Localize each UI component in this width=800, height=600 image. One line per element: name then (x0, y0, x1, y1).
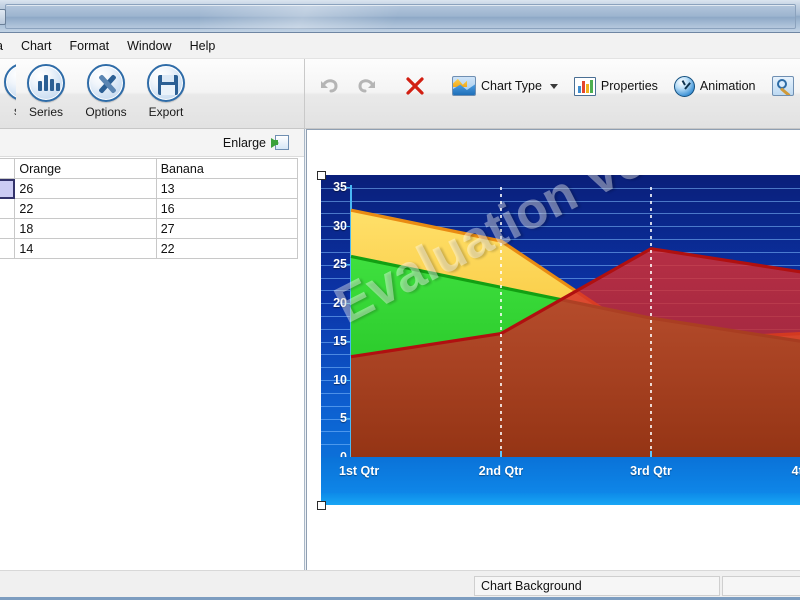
cell-r1c2[interactable]: 16 (155, 198, 298, 219)
data-panel: Enlarge Orange Banana 26 13 22 16 18 27 … (0, 129, 305, 570)
delete-x-icon (404, 75, 426, 97)
cell-r1c1[interactable]: 22 (14, 198, 157, 219)
status-right (722, 576, 800, 596)
x-tick-label: 1st Qtr (339, 464, 380, 478)
enlarge-button-label: Enlarge (222, 135, 266, 150)
status-main: Chart Background (474, 576, 720, 596)
cell-r0c1[interactable]: 26 (14, 178, 157, 199)
status-left (0, 576, 472, 596)
x-tick-mark (650, 451, 652, 457)
toolbar-row: s Series Options Export (0, 59, 800, 129)
y-tick-label: 35 (333, 180, 347, 194)
cell-r0c0[interactable] (0, 178, 16, 199)
column-header-orange[interactable]: Orange (14, 158, 157, 179)
chart-bottom-bar (321, 493, 800, 505)
chart-type-icon (452, 76, 476, 96)
title-bar-inner (5, 4, 796, 29)
column-header-banana[interactable]: Banana (155, 158, 298, 179)
pick-tool-icon (771, 76, 794, 96)
application-window: a Chart Format Window Help s Series (0, 0, 800, 600)
undo-button[interactable] (310, 69, 348, 103)
menu-item-chart[interactable]: Chart (12, 36, 61, 56)
status-bar: Chart Background (0, 570, 800, 600)
table-row[interactable]: 26 13 (0, 178, 298, 199)
x-tick-label: 4th (791, 464, 800, 478)
menu-item-data[interactable]: a (0, 36, 12, 56)
system-menu-handle[interactable] (0, 9, 6, 25)
y-axis: 05101520253035 (321, 175, 351, 464)
menu-item-window[interactable]: Window (118, 36, 180, 56)
y-tick-label: 10 (333, 372, 347, 387)
table-row[interactable]: 18 27 (0, 218, 298, 239)
export-button[interactable]: Export (136, 63, 196, 125)
undo-icon (318, 75, 340, 97)
table-row[interactable]: 14 22 (0, 238, 298, 259)
x-tick-mark (500, 451, 502, 457)
chart-type-label: Chart Type (481, 79, 542, 93)
y-tick-label: 25 (333, 257, 347, 272)
redo-button[interactable] (348, 69, 386, 103)
chart-type-button[interactable]: Chart Type (444, 69, 566, 103)
cell-r0c2[interactable]: 13 (155, 178, 298, 199)
menu-item-format[interactable]: Format (61, 36, 119, 56)
cell-r2c1[interactable]: 18 (14, 218, 157, 239)
properties-button[interactable]: Properties (566, 69, 666, 103)
animation-label: Animation (699, 79, 756, 93)
x-axis-band (321, 457, 800, 493)
chart-panel: 05101520253035 1st Qtr2nd Qtr3rd Qtr4th … (306, 129, 800, 570)
series-button[interactable]: Series (16, 63, 76, 125)
y-tick-label: 15 (333, 334, 347, 349)
pick-tool-button[interactable] (764, 69, 800, 103)
menu-bar: a Chart Format Window Help (0, 33, 800, 59)
chevron-down-icon[interactable] (549, 83, 558, 89)
series-button-label: Series (28, 105, 63, 119)
series-area (350, 187, 800, 457)
redo-icon (356, 75, 378, 97)
x-tick-label: 2nd Qtr (478, 464, 524, 478)
properties-label: Properties (600, 79, 658, 93)
enlarge-bar: Enlarge (0, 129, 304, 157)
y-tick-label: 30 (333, 218, 347, 233)
left-toolbar: s Series Options Export (0, 59, 305, 128)
save-icon (147, 64, 185, 102)
export-button-label: Export (148, 105, 184, 119)
column-header-0[interactable] (0, 158, 16, 179)
cell-r3c0[interactable] (0, 238, 16, 259)
selection-handle-bottom-left[interactable] (317, 501, 326, 510)
cell-r3c1[interactable]: 14 (14, 238, 157, 259)
cropped-icon (4, 63, 16, 101)
title-bar (0, 0, 800, 33)
bar-chart-icon (27, 64, 65, 102)
chart-plot[interactable]: 05101520253035 1st Qtr2nd Qtr3rd Qtr4th … (321, 175, 800, 505)
options-button[interactable]: Options (76, 63, 136, 125)
y-tick-label: 20 (333, 295, 347, 310)
enlarge-button[interactable]: Enlarge (216, 132, 296, 154)
enlarge-icon (271, 134, 289, 151)
cell-r3c2[interactable]: 22 (155, 238, 298, 259)
animation-clock-icon (673, 75, 695, 97)
selection-handle-top-left[interactable] (317, 171, 326, 180)
table-header-row: Orange Banana (0, 158, 298, 179)
cropped-toolbar-button[interactable]: s (0, 63, 16, 125)
chart-canvas[interactable]: 05101520253035 1st Qtr2nd Qtr3rd Qtr4th … (321, 175, 800, 505)
table-row[interactable]: 22 16 (0, 198, 298, 219)
properties-icon (573, 76, 596, 96)
chart-toolbar: Chart Type Properties Animation (306, 59, 800, 128)
menu-item-help[interactable]: Help (181, 36, 225, 56)
options-button-label: Options (85, 105, 127, 119)
delete-button[interactable] (396, 69, 434, 103)
tools-icon (87, 64, 125, 102)
cell-r1c0[interactable] (0, 198, 16, 219)
cell-r2c2[interactable]: 27 (155, 218, 298, 239)
animation-button[interactable]: Animation (666, 69, 764, 103)
data-grid[interactable]: Orange Banana 26 13 22 16 18 27 14 22 (0, 158, 298, 259)
x-tick-label: 3rd Qtr (630, 464, 672, 478)
cell-r2c0[interactable] (0, 218, 16, 239)
data-grid-scroll[interactable]: Orange Banana 26 13 22 16 18 27 14 22 (0, 158, 298, 438)
